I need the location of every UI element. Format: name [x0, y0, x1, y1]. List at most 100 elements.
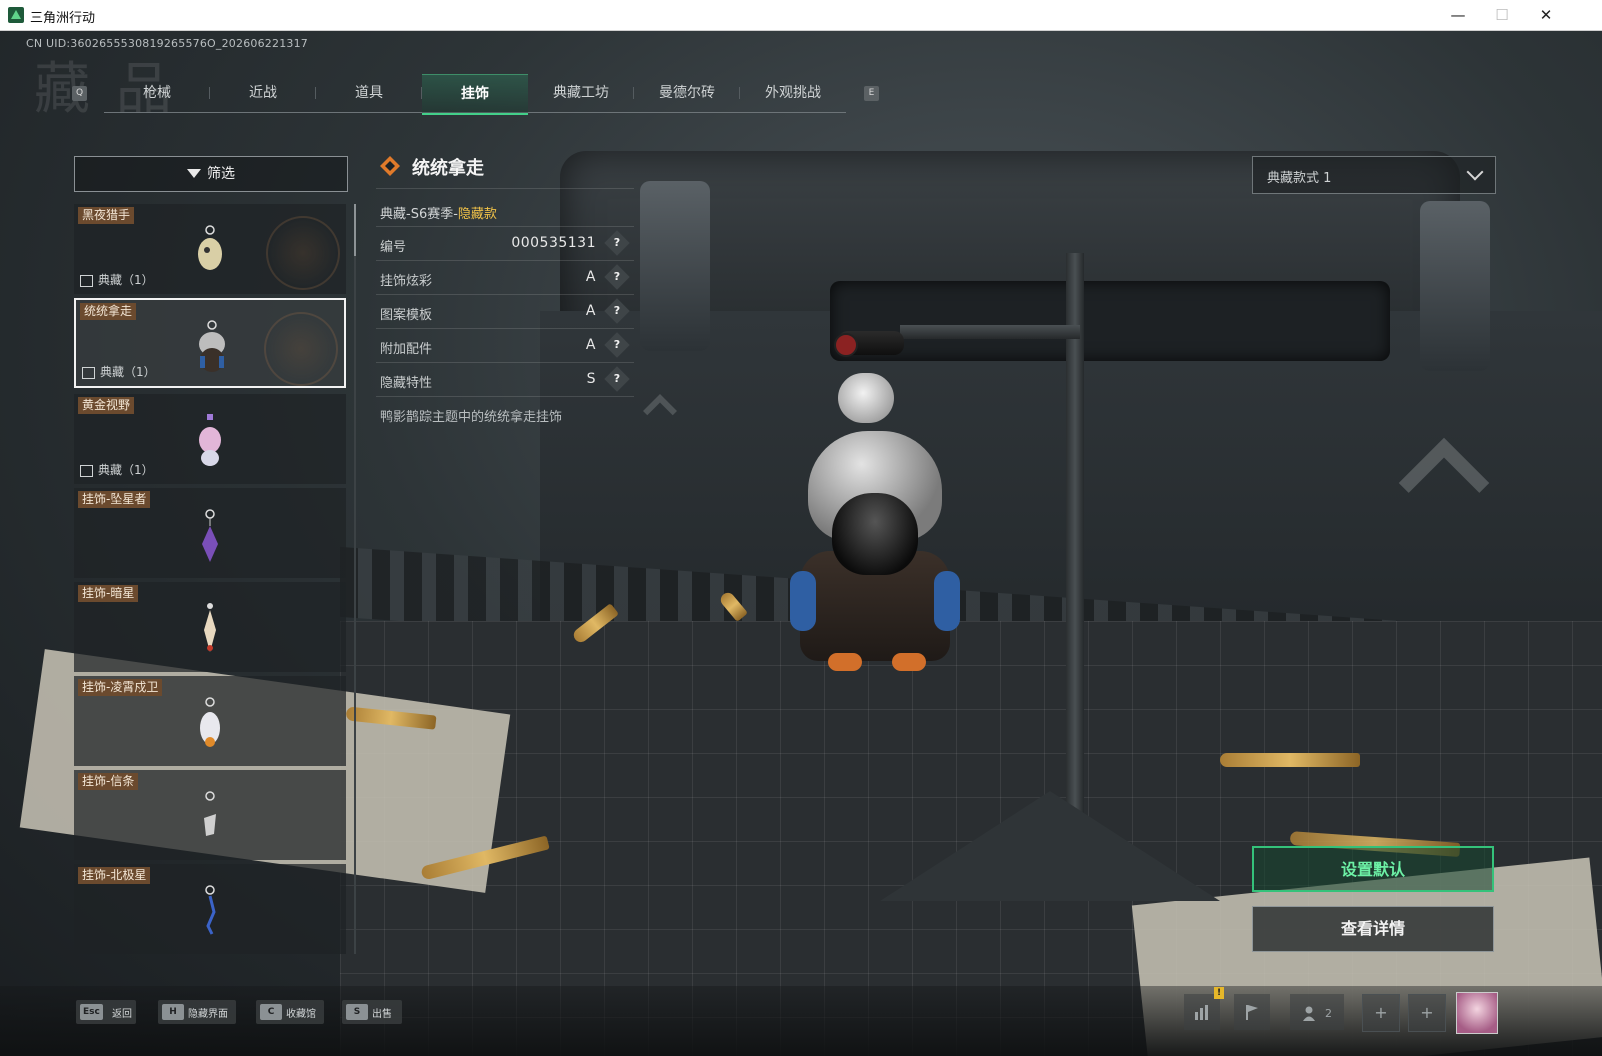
item-title: 统统拿走 — [412, 158, 484, 179]
notification-badge: ! — [1214, 987, 1224, 999]
collection-mini-icon — [82, 366, 95, 379]
list-item[interactable]: 黄金视野 典藏（1） — [74, 394, 346, 484]
collection-mini-icon — [80, 274, 93, 287]
list-scrollbar[interactable] — [354, 204, 356, 954]
charm-thumbnail-icon — [199, 320, 225, 372]
charm-thumbnail-icon — [200, 697, 220, 747]
view-details-button[interactable]: 查看详情 — [1252, 906, 1494, 952]
collection-emblem — [266, 216, 340, 290]
hint-hide-ui[interactable]: H 隐藏界面 — [158, 1000, 236, 1024]
charm-thumbnail-icon — [204, 791, 216, 836]
list-item[interactable]: 挂饰-信条 — [74, 770, 346, 860]
scrollbar-thumb[interactable] — [354, 204, 356, 256]
item-name-tag: 黄金视野 — [78, 397, 135, 414]
add-slot-button[interactable]: + — [1362, 994, 1400, 1032]
avatar[interactable] — [1456, 992, 1498, 1034]
add-slot-button[interactable]: + — [1408, 994, 1446, 1032]
divider — [376, 362, 634, 363]
tab-collection-workshop[interactable]: 典藏工坊 — [528, 74, 634, 112]
charm-thumbnail-icon — [199, 414, 221, 466]
question-diamond-icon[interactable]: ? — [604, 332, 630, 358]
funnel-icon — [187, 168, 201, 178]
figure-foot-right — [892, 653, 926, 671]
ammo-case-handle — [830, 281, 1390, 361]
close-button[interactable]: ✕ — [1524, 0, 1568, 30]
figure-arm-left — [790, 571, 816, 631]
charm-scope-hook — [834, 331, 904, 357]
item-name-tag: 挂饰-暗星 — [78, 585, 139, 602]
question-diamond-icon[interactable]: ? — [604, 298, 630, 324]
tab-items[interactable]: 道具 — [316, 74, 422, 112]
item-name-tag: 挂饰-凌霄戍卫 — [78, 679, 163, 696]
style-dropdown[interactable]: 典藏款式 1 — [1252, 156, 1496, 194]
maximize-button[interactable]: ☐ — [1480, 0, 1524, 30]
attribute-row-color: 挂饰炫彩 A ? — [376, 262, 634, 294]
hint-back[interactable]: Esc 返回 — [76, 1000, 136, 1024]
question-diamond-icon[interactable]: ? — [604, 230, 630, 256]
list-item[interactable]: 挂饰-凌霄戍卫 — [74, 676, 346, 766]
divider — [376, 226, 634, 227]
figure-skull-mask — [832, 493, 918, 575]
tab-appearance-challenge[interactable]: 外观挑战 — [740, 74, 846, 112]
collection-emblem — [264, 312, 338, 386]
attribute-row-hidden-trait: 隐藏特性 S ? — [376, 364, 634, 396]
hint-collection-hall[interactable]: C 收藏馆 — [256, 1000, 324, 1024]
window-title: 三角洲行动 — [30, 11, 96, 26]
case-latch-left — [640, 181, 710, 351]
attribute-row-accessory: 附加配件 A ? — [376, 330, 634, 362]
divider — [376, 328, 634, 329]
hint-sell[interactable]: S 出售 — [342, 1000, 402, 1024]
delta-force-logo-icon — [8, 7, 24, 23]
filter-button[interactable]: 筛选 — [74, 156, 348, 192]
list-item[interactable]: 挂饰-坠星者 — [74, 488, 346, 578]
divider — [376, 260, 634, 261]
item-name-tag: 挂饰-北极星 — [78, 867, 151, 884]
next-tab-key[interactable]: E — [864, 86, 879, 101]
collection-count: 典藏（1） — [80, 461, 154, 478]
collection-count: 典藏（1） — [80, 271, 154, 288]
list-item[interactable]: 挂饰-暗星 — [74, 582, 346, 672]
bullet-prop — [1220, 753, 1360, 767]
charm-thumbnail-icon — [204, 603, 216, 652]
display-stand-arm — [900, 325, 1080, 339]
item-subtitle: 典藏-S6赛季-隐藏款 — [380, 207, 497, 222]
collection-count: 典藏（1） — [82, 363, 156, 380]
item-name-tag: 统统拿走 — [80, 303, 137, 320]
party-button[interactable]: 2 — [1290, 994, 1344, 1030]
divider — [376, 396, 634, 397]
charm-figure-model[interactable] — [790, 431, 960, 676]
flag-icon[interactable] — [1234, 994, 1270, 1030]
prev-tab-key[interactable]: Q — [72, 86, 87, 101]
divider — [376, 188, 634, 189]
people-icon — [1302, 1006, 1315, 1021]
uid-label: CN UID:3602655530819265576O_202606221317 — [26, 37, 308, 50]
item-name-tag: 挂饰-坠星者 — [78, 491, 151, 508]
attribute-row-serial: 编号 000535131 ? — [376, 228, 634, 260]
charm-list: 黑夜猎手 典藏（1） 统统拿走 典藏（1） 黄金视野 典藏（1） 挂饰-坠星者 … — [74, 204, 346, 984]
list-item-selected[interactable]: 统统拿走 典藏（1） — [74, 298, 346, 388]
bar-chart-icon[interactable] — [1184, 994, 1220, 1030]
window-titlebar: 三角洲行动 — ☐ ✕ — [0, 0, 1602, 31]
charm-duck-ornament — [838, 373, 894, 423]
attribute-row-pattern: 图案模板 A ? — [376, 296, 634, 328]
tab-firearms[interactable]: 枪械 — [104, 74, 210, 112]
question-diamond-icon[interactable]: ? — [604, 366, 630, 392]
list-item[interactable]: 黑夜猎手 典藏（1） — [74, 204, 346, 294]
divider — [376, 294, 634, 295]
list-item[interactable]: 挂饰-北极星 — [74, 864, 346, 954]
display-stand-base — [880, 791, 1220, 901]
question-diamond-icon[interactable]: ? — [604, 264, 630, 290]
item-name-tag: 挂饰-信条 — [78, 773, 139, 790]
tab-melee[interactable]: 近战 — [210, 74, 316, 112]
tab-charms[interactable]: 挂饰 — [422, 74, 528, 115]
charm-thumbnail-icon — [202, 509, 218, 562]
chevron-down-icon — [1466, 163, 1484, 181]
minimize-button[interactable]: — — [1436, 0, 1480, 30]
figure-foot-left — [828, 653, 862, 671]
item-description: 鸭影鹊踪主题中的统统拿走挂饰 — [380, 410, 563, 425]
tab-mandel-brick[interactable]: 曼德尔砖 — [634, 74, 740, 112]
item-name-tag: 黑夜猎手 — [78, 207, 135, 224]
set-default-button[interactable]: 设置默认 — [1252, 846, 1494, 892]
case-latch-right — [1420, 201, 1490, 371]
figure-arm-right — [934, 571, 960, 631]
